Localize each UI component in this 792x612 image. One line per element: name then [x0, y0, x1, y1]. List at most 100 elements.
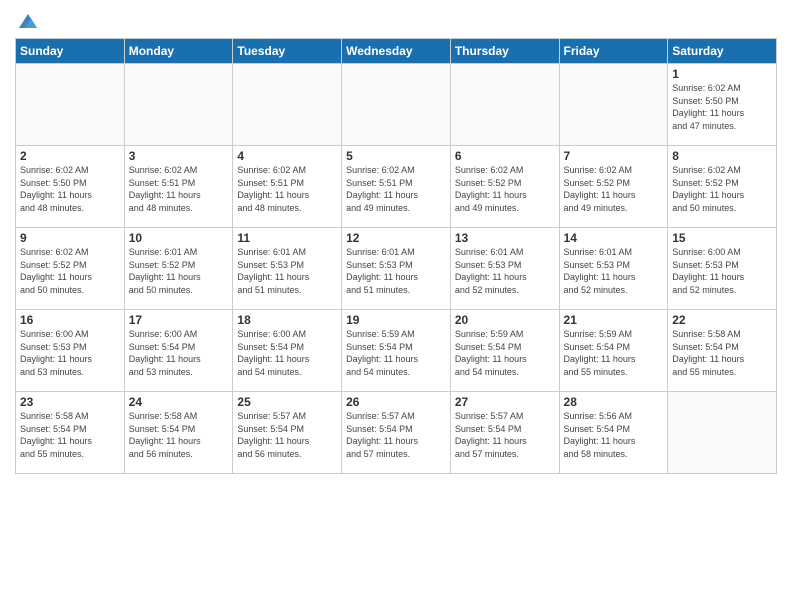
calendar-cell	[559, 64, 668, 146]
day-number: 24	[129, 395, 229, 409]
calendar-cell: 18Sunrise: 6:00 AM Sunset: 5:54 PM Dayli…	[233, 310, 342, 392]
day-number: 28	[564, 395, 664, 409]
day-info: Sunrise: 6:02 AM Sunset: 5:50 PM Dayligh…	[20, 164, 120, 214]
calendar-cell: 6Sunrise: 6:02 AM Sunset: 5:52 PM Daylig…	[450, 146, 559, 228]
day-info: Sunrise: 6:02 AM Sunset: 5:52 PM Dayligh…	[564, 164, 664, 214]
day-number: 14	[564, 231, 664, 245]
day-info: Sunrise: 5:57 AM Sunset: 5:54 PM Dayligh…	[455, 410, 555, 460]
calendar-cell: 3Sunrise: 6:02 AM Sunset: 5:51 PM Daylig…	[124, 146, 233, 228]
weekday-header-monday: Monday	[124, 39, 233, 64]
day-number: 5	[346, 149, 446, 163]
calendar-cell: 13Sunrise: 6:01 AM Sunset: 5:53 PM Dayli…	[450, 228, 559, 310]
calendar-cell: 20Sunrise: 5:59 AM Sunset: 5:54 PM Dayli…	[450, 310, 559, 392]
day-info: Sunrise: 6:02 AM Sunset: 5:51 PM Dayligh…	[346, 164, 446, 214]
calendar-cell	[668, 392, 777, 474]
weekday-header-saturday: Saturday	[668, 39, 777, 64]
day-info: Sunrise: 5:57 AM Sunset: 5:54 PM Dayligh…	[237, 410, 337, 460]
calendar-cell	[16, 64, 125, 146]
calendar-cell	[342, 64, 451, 146]
calendar-cell: 25Sunrise: 5:57 AM Sunset: 5:54 PM Dayli…	[233, 392, 342, 474]
day-info: Sunrise: 6:00 AM Sunset: 5:54 PM Dayligh…	[129, 328, 229, 378]
calendar-cell: 26Sunrise: 5:57 AM Sunset: 5:54 PM Dayli…	[342, 392, 451, 474]
calendar-cell: 10Sunrise: 6:01 AM Sunset: 5:52 PM Dayli…	[124, 228, 233, 310]
calendar-cell: 11Sunrise: 6:01 AM Sunset: 5:53 PM Dayli…	[233, 228, 342, 310]
calendar-cell: 19Sunrise: 5:59 AM Sunset: 5:54 PM Dayli…	[342, 310, 451, 392]
calendar-cell: 17Sunrise: 6:00 AM Sunset: 5:54 PM Dayli…	[124, 310, 233, 392]
day-number: 1	[672, 67, 772, 81]
weekday-header-thursday: Thursday	[450, 39, 559, 64]
day-info: Sunrise: 6:02 AM Sunset: 5:50 PM Dayligh…	[672, 82, 772, 132]
day-number: 20	[455, 313, 555, 327]
weekday-header-tuesday: Tuesday	[233, 39, 342, 64]
day-info: Sunrise: 5:58 AM Sunset: 5:54 PM Dayligh…	[129, 410, 229, 460]
calendar-cell: 16Sunrise: 6:00 AM Sunset: 5:53 PM Dayli…	[16, 310, 125, 392]
calendar-cell	[450, 64, 559, 146]
calendar-table: SundayMondayTuesdayWednesdayThursdayFrid…	[15, 38, 777, 474]
day-number: 27	[455, 395, 555, 409]
page-header	[15, 10, 777, 32]
calendar-cell: 27Sunrise: 5:57 AM Sunset: 5:54 PM Dayli…	[450, 392, 559, 474]
day-number: 13	[455, 231, 555, 245]
day-info: Sunrise: 6:02 AM Sunset: 5:51 PM Dayligh…	[237, 164, 337, 214]
weekday-header-wednesday: Wednesday	[342, 39, 451, 64]
calendar-cell	[233, 64, 342, 146]
calendar-cell: 22Sunrise: 5:58 AM Sunset: 5:54 PM Dayli…	[668, 310, 777, 392]
day-number: 18	[237, 313, 337, 327]
calendar-cell: 8Sunrise: 6:02 AM Sunset: 5:52 PM Daylig…	[668, 146, 777, 228]
day-info: Sunrise: 6:01 AM Sunset: 5:53 PM Dayligh…	[455, 246, 555, 296]
calendar-cell	[124, 64, 233, 146]
day-number: 25	[237, 395, 337, 409]
calendar-cell: 28Sunrise: 5:56 AM Sunset: 5:54 PM Dayli…	[559, 392, 668, 474]
day-info: Sunrise: 5:59 AM Sunset: 5:54 PM Dayligh…	[455, 328, 555, 378]
day-number: 10	[129, 231, 229, 245]
calendar-cell: 23Sunrise: 5:58 AM Sunset: 5:54 PM Dayli…	[16, 392, 125, 474]
calendar-cell: 15Sunrise: 6:00 AM Sunset: 5:53 PM Dayli…	[668, 228, 777, 310]
weekday-header-friday: Friday	[559, 39, 668, 64]
day-info: Sunrise: 6:02 AM Sunset: 5:52 PM Dayligh…	[672, 164, 772, 214]
weekday-header-sunday: Sunday	[16, 39, 125, 64]
day-number: 26	[346, 395, 446, 409]
day-info: Sunrise: 6:01 AM Sunset: 5:52 PM Dayligh…	[129, 246, 229, 296]
day-number: 6	[455, 149, 555, 163]
calendar-cell: 2Sunrise: 6:02 AM Sunset: 5:50 PM Daylig…	[16, 146, 125, 228]
calendar-cell: 7Sunrise: 6:02 AM Sunset: 5:52 PM Daylig…	[559, 146, 668, 228]
day-info: Sunrise: 6:00 AM Sunset: 5:54 PM Dayligh…	[237, 328, 337, 378]
calendar-cell: 21Sunrise: 5:59 AM Sunset: 5:54 PM Dayli…	[559, 310, 668, 392]
calendar-cell: 12Sunrise: 6:01 AM Sunset: 5:53 PM Dayli…	[342, 228, 451, 310]
day-number: 15	[672, 231, 772, 245]
day-info: Sunrise: 5:59 AM Sunset: 5:54 PM Dayligh…	[346, 328, 446, 378]
day-info: Sunrise: 6:02 AM Sunset: 5:52 PM Dayligh…	[455, 164, 555, 214]
day-number: 21	[564, 313, 664, 327]
day-number: 22	[672, 313, 772, 327]
calendar-cell: 4Sunrise: 6:02 AM Sunset: 5:51 PM Daylig…	[233, 146, 342, 228]
day-info: Sunrise: 5:59 AM Sunset: 5:54 PM Dayligh…	[564, 328, 664, 378]
day-info: Sunrise: 6:00 AM Sunset: 5:53 PM Dayligh…	[672, 246, 772, 296]
day-info: Sunrise: 5:58 AM Sunset: 5:54 PM Dayligh…	[20, 410, 120, 460]
day-info: Sunrise: 5:57 AM Sunset: 5:54 PM Dayligh…	[346, 410, 446, 460]
day-number: 4	[237, 149, 337, 163]
day-number: 17	[129, 313, 229, 327]
day-info: Sunrise: 6:00 AM Sunset: 5:53 PM Dayligh…	[20, 328, 120, 378]
day-number: 2	[20, 149, 120, 163]
day-info: Sunrise: 6:01 AM Sunset: 5:53 PM Dayligh…	[237, 246, 337, 296]
day-number: 7	[564, 149, 664, 163]
calendar-cell: 24Sunrise: 5:58 AM Sunset: 5:54 PM Dayli…	[124, 392, 233, 474]
day-number: 11	[237, 231, 337, 245]
day-info: Sunrise: 6:02 AM Sunset: 5:52 PM Dayligh…	[20, 246, 120, 296]
calendar-cell: 14Sunrise: 6:01 AM Sunset: 5:53 PM Dayli…	[559, 228, 668, 310]
day-number: 19	[346, 313, 446, 327]
calendar-cell: 1Sunrise: 6:02 AM Sunset: 5:50 PM Daylig…	[668, 64, 777, 146]
day-info: Sunrise: 5:56 AM Sunset: 5:54 PM Dayligh…	[564, 410, 664, 460]
day-number: 8	[672, 149, 772, 163]
day-info: Sunrise: 6:02 AM Sunset: 5:51 PM Dayligh…	[129, 164, 229, 214]
day-number: 12	[346, 231, 446, 245]
calendar-cell: 5Sunrise: 6:02 AM Sunset: 5:51 PM Daylig…	[342, 146, 451, 228]
day-number: 23	[20, 395, 120, 409]
day-info: Sunrise: 6:01 AM Sunset: 5:53 PM Dayligh…	[346, 246, 446, 296]
calendar-cell: 9Sunrise: 6:02 AM Sunset: 5:52 PM Daylig…	[16, 228, 125, 310]
logo-icon	[17, 10, 39, 32]
day-info: Sunrise: 5:58 AM Sunset: 5:54 PM Dayligh…	[672, 328, 772, 378]
logo	[15, 10, 39, 32]
day-number: 16	[20, 313, 120, 327]
day-number: 9	[20, 231, 120, 245]
